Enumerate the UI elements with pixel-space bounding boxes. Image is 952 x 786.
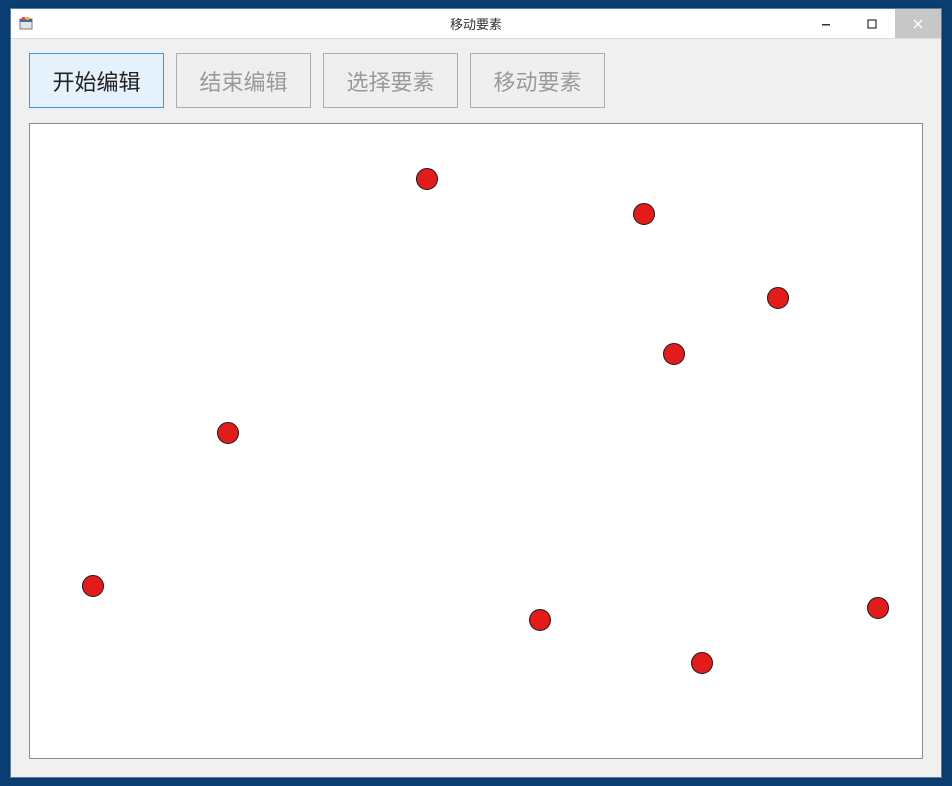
close-button[interactable] [895,9,941,38]
feature-point[interactable] [691,652,713,674]
start-edit-button[interactable]: 开始编辑 [29,53,164,108]
feature-point[interactable] [416,168,438,190]
select-feature-button[interactable]: 选择要素 [323,53,458,108]
feature-point[interactable] [82,575,104,597]
feature-point[interactable] [663,343,685,365]
app-icon [19,16,35,32]
end-edit-button[interactable]: 结束编辑 [176,53,311,108]
move-feature-button[interactable]: 移动要素 [470,53,605,108]
toolbar: 开始编辑 结束编辑 选择要素 移动要素 [11,39,941,118]
titlebar[interactable]: 移动要素 [11,9,941,39]
maximize-button[interactable] [849,9,895,38]
feature-point[interactable] [767,287,789,309]
feature-point[interactable] [217,422,239,444]
map-canvas[interactable] [30,124,922,758]
feature-point[interactable] [867,597,889,619]
window-title: 移动要素 [11,14,941,33]
feature-point[interactable] [633,203,655,225]
feature-point[interactable] [529,609,551,631]
client-area: 开始编辑 结束编辑 选择要素 移动要素 [11,39,941,777]
map-canvas-frame [29,123,923,759]
app-window: 移动要素 开始编辑 结束编辑 选择要素 移动要素 [10,8,942,778]
window-controls [803,9,941,38]
minimize-button[interactable] [803,9,849,38]
